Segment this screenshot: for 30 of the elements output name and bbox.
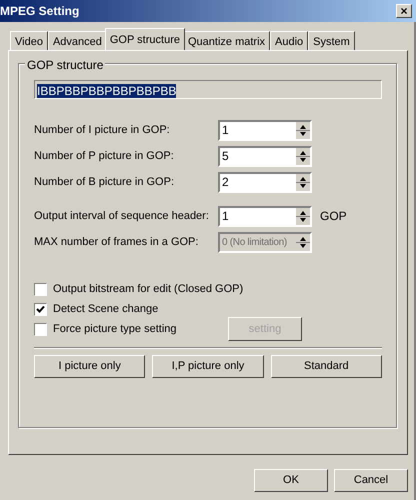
spin-field[interactable]: 2 — [218, 172, 312, 192]
pattern-field[interactable]: IBBPBBPBBPBBPBBPBB — [34, 80, 382, 99]
checkbox-label: Detect Scene change — [53, 302, 158, 317]
preset-button[interactable]: I picture only — [34, 355, 146, 378]
field-label: Number of I picture in GOP: — [34, 122, 171, 138]
tab[interactable]: Advanced — [48, 31, 107, 50]
unit-label: GOP — [320, 208, 347, 225]
spin-field[interactable]: 5 — [218, 146, 312, 166]
preset-button[interactable]: I,P picture only — [152, 355, 264, 378]
dialog-button[interactable]: Cancel — [334, 469, 408, 492]
checkbox[interactable] — [34, 322, 47, 336]
field-label: MAX number of frames in a GOP: — [34, 234, 200, 250]
close-button[interactable]: × — [396, 4, 412, 18]
tab[interactable]: Video — [10, 31, 48, 50]
checkbox[interactable] — [34, 282, 47, 296]
tab[interactable]: Audio — [270, 31, 308, 50]
checkbox-label: Output bitstream for edit (Closed GOP) — [53, 282, 244, 297]
tab[interactable]: Quantize matrix — [182, 31, 270, 50]
checkbox-label: Force picture type setting — [53, 322, 177, 337]
spin-field[interactable]: 1 — [218, 120, 312, 140]
field-label: Output interval of sequence header: — [34, 208, 210, 224]
spin-field[interactable]: 1 — [218, 206, 312, 226]
tab[interactable]: System — [308, 31, 355, 50]
tab[interactable]: GOP structure — [104, 28, 185, 50]
preset-button[interactable]: Standard — [270, 355, 382, 378]
field-label: Number of P picture in GOP: — [34, 148, 175, 164]
dialog-button[interactable]: OK — [254, 469, 328, 492]
checkbox[interactable] — [34, 302, 47, 316]
window-title: MPEG Setting — [0, 3, 80, 20]
field-label: Number of B picture in GOP: — [34, 174, 175, 190]
